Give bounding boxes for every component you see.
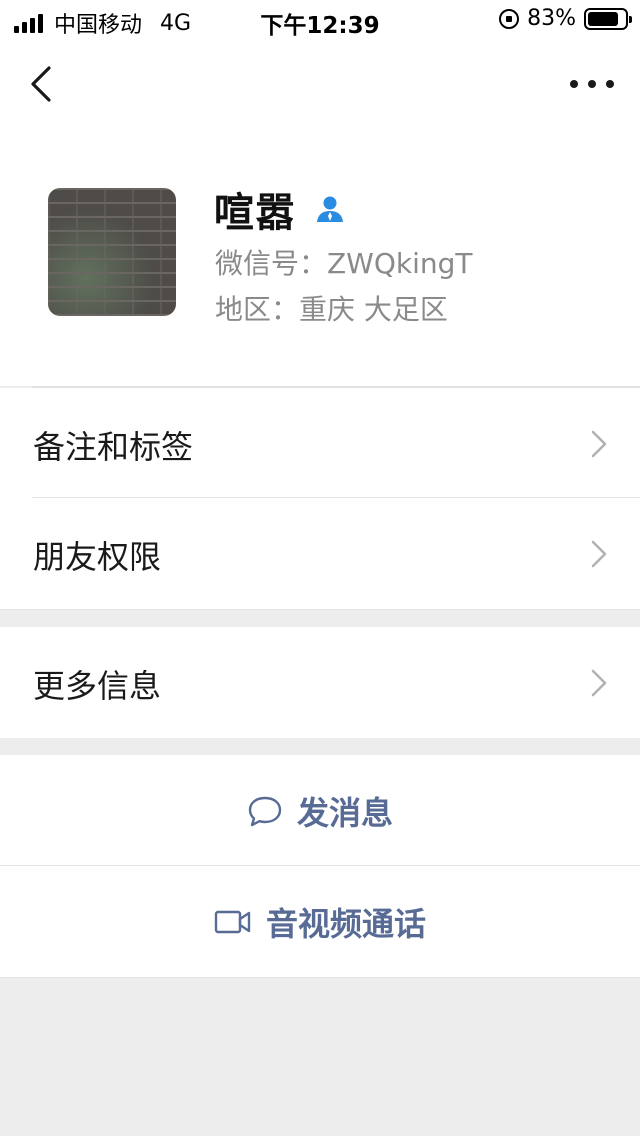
divider <box>0 977 640 978</box>
battery-level <box>588 11 618 26</box>
friend-permissions-row[interactable]: 朋友权限 <box>0 498 640 609</box>
contact-profile-page: 中国移动 4G 下午12:39 83% 喧嚣 微信号：ZWQkingT 地区：重… <box>0 0 640 1136</box>
row-label: 更多信息 <box>33 667 162 705</box>
video-call-label: 音视频通话 <box>265 904 426 943</box>
battery-icon <box>584 7 632 30</box>
avatar[interactable] <box>48 188 176 316</box>
video-call-button[interactable]: 音视频通话 <box>0 866 640 977</box>
chat-bubble-icon <box>248 796 282 826</box>
back-button[interactable] <box>22 60 66 108</box>
star-friend-icon <box>317 196 343 222</box>
status-right: 83% <box>499 6 632 31</box>
status-bar: 中国移动 4G 下午12:39 83% <box>0 0 640 40</box>
chevron-left-icon <box>31 66 51 102</box>
orientation-lock-icon <box>499 8 520 29</box>
remarks-tags-row[interactable]: 备注和标签 <box>0 388 640 499</box>
nickname-row: 喧嚣 <box>214 180 346 238</box>
section-divider <box>0 609 640 610</box>
nickname: 喧嚣 <box>214 190 296 236</box>
more-button[interactable] <box>570 70 614 98</box>
more-dots-icon <box>570 80 578 88</box>
chevron-right-icon <box>591 669 607 697</box>
chevron-right-icon <box>591 540 607 568</box>
battery-percent: 83% <box>527 6 576 31</box>
wechat-id: 微信号：ZWQkingT <box>215 247 473 280</box>
profile-header: 喧嚣 微信号：ZWQkingT 地区：重庆 大足区 <box>0 128 640 386</box>
send-message-label: 发消息 <box>296 793 393 832</box>
nav-bar <box>0 40 640 128</box>
row-label: 备注和标签 <box>33 428 194 466</box>
send-message-button[interactable]: 发消息 <box>0 755 640 866</box>
region: 地区：重庆 大足区 <box>215 293 448 326</box>
row-label: 朋友权限 <box>33 538 162 576</box>
video-camera-icon <box>214 910 251 933</box>
chevron-right-icon <box>591 430 607 458</box>
more-info-row[interactable]: 更多信息 <box>0 627 640 738</box>
